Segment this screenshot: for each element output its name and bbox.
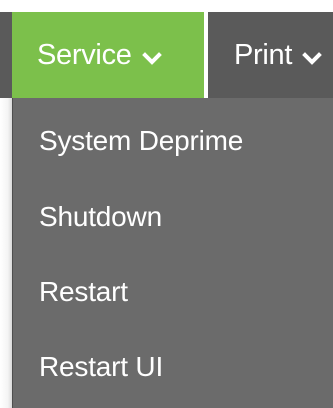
chevron-down-icon: [141, 41, 162, 74]
menu-item-restart[interactable]: Restart: [39, 275, 128, 309]
print-menu-button[interactable]: Print: [208, 12, 333, 98]
main-navigation: Service Print: [0, 12, 333, 98]
top-spacer: [0, 0, 333, 12]
menu-item-shutdown[interactable]: Shutdown: [39, 200, 162, 234]
service-menu-label: Service: [37, 38, 132, 71]
service-dropdown-menu: System Deprime Shutdown Restart Restart …: [12, 98, 333, 408]
menu-item-restart-ui[interactable]: Restart UI: [39, 350, 163, 384]
print-menu-label: Print: [234, 38, 293, 71]
chevron-down-icon: [302, 41, 322, 74]
dropdown-shadow: [0, 98, 12, 408]
menu-item-system-deprime[interactable]: System Deprime: [39, 124, 243, 158]
service-menu-button[interactable]: Service: [12, 12, 204, 98]
